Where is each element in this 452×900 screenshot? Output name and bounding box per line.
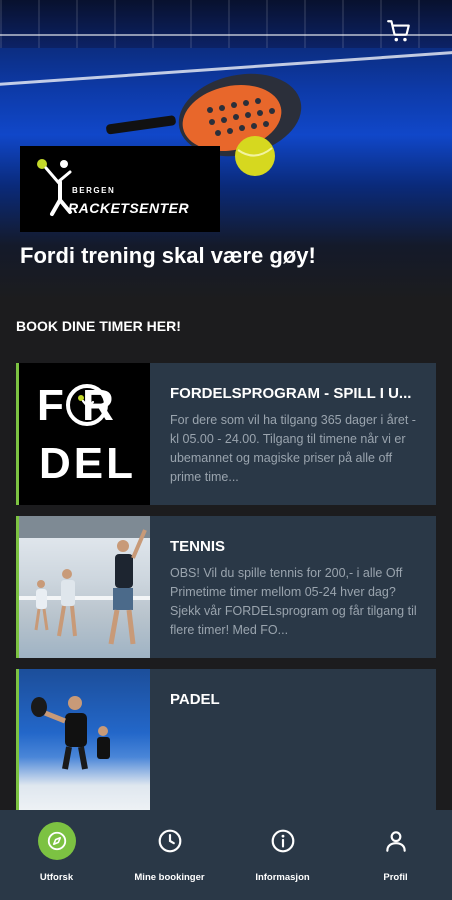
padel-card-image — [19, 669, 150, 811]
logo-text-main: RACKETSENTER — [68, 200, 190, 216]
card-title: TENNIS — [170, 538, 226, 555]
nav-label: Profil — [383, 872, 408, 883]
padel-players-image — [31, 696, 110, 770]
nav-item-informasjon[interactable]: Informasjon — [226, 810, 339, 900]
fordel-image-text-bottom: DEL — [39, 439, 136, 488]
brand-logo: BERGEN RACKETSENTER — [20, 146, 220, 232]
ball-logo-icon — [66, 384, 108, 426]
nav-item-profil[interactable]: Profil — [339, 810, 452, 900]
logo-text-top: BERGEN — [72, 186, 116, 195]
nav-item-mine-bookinger[interactable]: Mine bookinger — [113, 810, 226, 900]
person-icon — [377, 822, 415, 860]
tennis-players-image — [19, 516, 150, 645]
card-tennis[interactable]: TENNIS OBS! Vil du spille tennis for 200… — [16, 516, 436, 658]
card-fordelsprogram[interactable]: F R DEL FORDELSPROGRAM - SPILL I U... Fo… — [16, 363, 436, 505]
nav-label: Informasjon — [255, 872, 310, 883]
card-padel[interactable]: PADEL — [16, 669, 436, 811]
fordel-card-image: F R DEL — [19, 363, 150, 505]
card-body: FORDELSPROGRAM - SPILL I U... For dere s… — [150, 363, 436, 505]
bottom-navigation: Utforsk Mine bookinger Informasjon Profi… — [0, 810, 452, 900]
nav-label: Utforsk — [39, 872, 74, 883]
clock-icon — [151, 822, 189, 860]
section-title: BOOK DINE TIMER HER! — [16, 318, 181, 334]
card-description: For dere som vil ha tilgang 365 dager i … — [170, 413, 416, 484]
cart-icon[interactable] — [386, 18, 412, 44]
info-icon — [264, 822, 302, 860]
card-title: FORDELSPROGRAM - SPILL I U... — [170, 385, 412, 402]
hero-background — [0, 0, 452, 48]
tennis-card-image — [19, 516, 150, 658]
card-title: PADEL — [170, 691, 220, 708]
compass-icon — [37, 822, 76, 860]
court-line — [0, 34, 452, 36]
card-body: TENNIS OBS! Vil du spille tennis for 200… — [150, 516, 436, 658]
nav-item-utforsk[interactable]: Utforsk — [0, 810, 113, 900]
nav-label: Mine bookinger — [134, 872, 205, 883]
card-body: PADEL — [150, 669, 436, 811]
card-description: OBS! Vil du spille tennis for 200,- i al… — [170, 566, 417, 637]
tagline: Fordi trening skal være gøy! — [20, 243, 316, 268]
